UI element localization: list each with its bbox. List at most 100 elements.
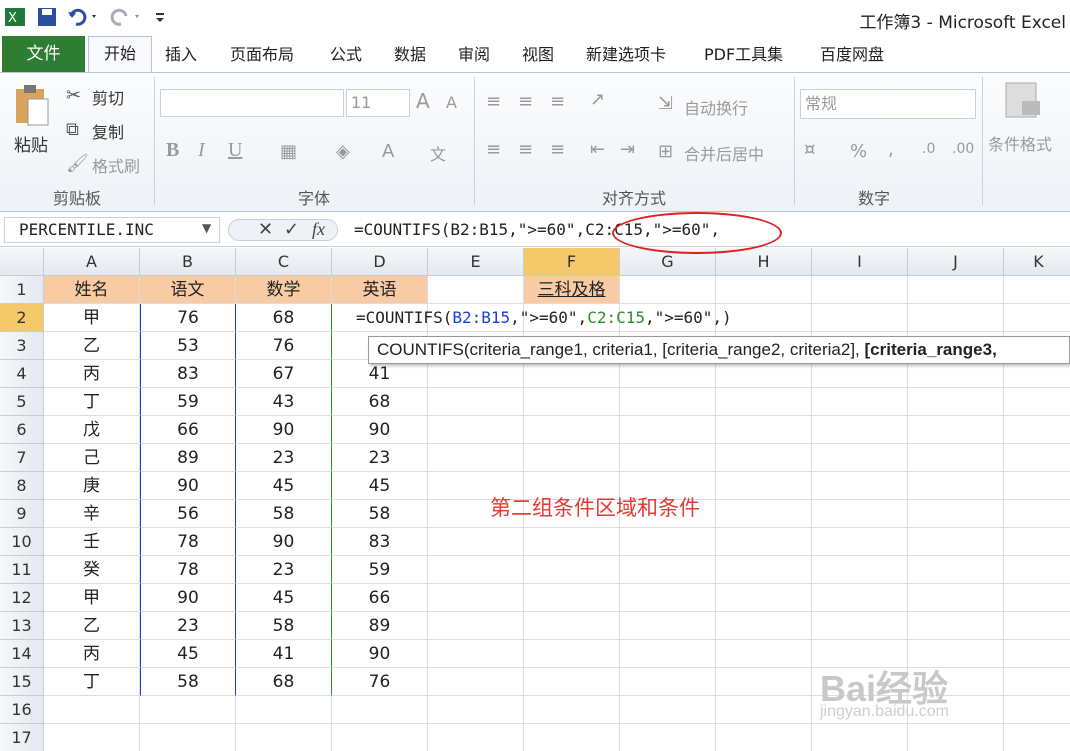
row-header-6[interactable]: 6 (0, 416, 44, 444)
cell-d14[interactable]: 90 (332, 640, 428, 668)
cell-d2[interactable]: =COUNTIFS(B2:B15,">=60",C2:C15,">=60",) (332, 304, 732, 332)
tab-file[interactable]: 文件 (2, 36, 85, 72)
percent-button[interactable]: % (850, 141, 867, 162)
cell-b12[interactable]: 90 (140, 584, 236, 612)
cell-b3[interactable]: 53 (140, 332, 236, 360)
cell-b16[interactable] (140, 696, 236, 724)
cell-c6[interactable]: 90 (236, 416, 332, 444)
cell-b13[interactable]: 23 (140, 612, 236, 640)
cancel-icon[interactable]: ✕ (258, 219, 273, 240)
cell-k15[interactable] (1004, 668, 1070, 696)
row-header-5[interactable]: 5 (0, 388, 44, 416)
cell-a13[interactable]: 乙 (44, 612, 140, 640)
cell-b14[interactable]: 45 (140, 640, 236, 668)
cell-b6[interactable]: 66 (140, 416, 236, 444)
cell-h4[interactable] (716, 360, 812, 388)
cell-f14[interactable] (524, 640, 620, 668)
cell-h10[interactable] (716, 528, 812, 556)
cell-k2[interactable] (1004, 304, 1070, 332)
column-header-f[interactable]: F (524, 248, 620, 276)
cell-f11[interactable] (524, 556, 620, 584)
cell-k9[interactable] (1004, 500, 1070, 528)
tab-review[interactable]: 审阅 (454, 40, 494, 70)
cell-c11[interactable]: 23 (236, 556, 332, 584)
cell-h9[interactable] (716, 500, 812, 528)
name-box[interactable]: PERCENTILE.INC (4, 217, 220, 243)
cell-d17[interactable] (332, 724, 428, 751)
cell-i10[interactable] (812, 528, 908, 556)
cell-g12[interactable] (620, 584, 716, 612)
column-header-i[interactable]: I (812, 248, 908, 276)
fill-color-icon[interactable]: ◈ (336, 141, 350, 162)
cell-k4[interactable] (1004, 360, 1070, 388)
cell-f4[interactable] (524, 360, 620, 388)
cell-j12[interactable] (908, 584, 1004, 612)
row-header-2[interactable]: 2 (0, 304, 44, 332)
cell-d10[interactable]: 83 (332, 528, 428, 556)
enter-icon[interactable]: ✓ (284, 219, 299, 240)
cell-i12[interactable] (812, 584, 908, 612)
cell-e17[interactable] (428, 724, 524, 751)
cell-d5[interactable]: 68 (332, 388, 428, 416)
cell-j5[interactable] (908, 388, 1004, 416)
shrink-font-button[interactable]: A (446, 93, 457, 112)
row-header-9[interactable]: 9 (0, 500, 44, 528)
cell-a15[interactable]: 丁 (44, 668, 140, 696)
cell-k16[interactable] (1004, 696, 1070, 724)
cell-b5[interactable]: 59 (140, 388, 236, 416)
cut-button[interactable]: 剪切 (92, 85, 124, 109)
cell-i13[interactable] (812, 612, 908, 640)
cell-k17[interactable] (1004, 724, 1070, 751)
cell-k14[interactable] (1004, 640, 1070, 668)
cell-i4[interactable] (812, 360, 908, 388)
row-header-1[interactable]: 1 (0, 276, 44, 304)
insert-function-icon[interactable]: fx (312, 219, 325, 240)
cell-f17[interactable] (524, 724, 620, 751)
row-header-12[interactable]: 12 (0, 584, 44, 612)
underline-button[interactable]: U (228, 139, 242, 162)
column-header-k[interactable]: K (1004, 248, 1070, 276)
tab-view[interactable]: 视图 (518, 40, 558, 70)
cell-k13[interactable] (1004, 612, 1070, 640)
font-color-icon[interactable]: A (382, 141, 394, 162)
cell-g11[interactable] (620, 556, 716, 584)
redo-icon[interactable] (108, 6, 144, 28)
cell-k8[interactable] (1004, 472, 1070, 500)
cell-a3[interactable]: 乙 (44, 332, 140, 360)
cell-g13[interactable] (620, 612, 716, 640)
save-icon[interactable] (34, 6, 60, 28)
cell-d1[interactable]: 英语 (332, 276, 428, 304)
cell-g5[interactable] (620, 388, 716, 416)
cell-d13[interactable]: 89 (332, 612, 428, 640)
cell-h5[interactable] (716, 388, 812, 416)
tab-page-layout[interactable]: 页面布局 (226, 40, 298, 70)
cell-c17[interactable] (236, 724, 332, 751)
tab-data[interactable]: 数据 (390, 40, 430, 70)
cell-k1[interactable] (1004, 276, 1070, 304)
row-header-16[interactable]: 16 (0, 696, 44, 724)
cell-h17[interactable] (716, 724, 812, 751)
cell-h15[interactable] (716, 668, 812, 696)
cell-e16[interactable] (428, 696, 524, 724)
cell-e6[interactable] (428, 416, 524, 444)
merge-center-button[interactable]: 合并后居中 (684, 141, 764, 165)
cell-i2[interactable] (812, 304, 908, 332)
row-header-7[interactable]: 7 (0, 444, 44, 472)
bold-button[interactable]: B (166, 139, 179, 162)
cell-j7[interactable] (908, 444, 1004, 472)
cell-c5[interactable]: 43 (236, 388, 332, 416)
cell-e13[interactable] (428, 612, 524, 640)
cell-a6[interactable]: 戊 (44, 416, 140, 444)
font-size-select[interactable]: 11 (346, 89, 410, 117)
cell-d8[interactable]: 45 (332, 472, 428, 500)
align-bottom-icon[interactable]: ≡ (550, 91, 565, 112)
copy-button[interactable]: 复制 (92, 119, 124, 143)
cell-b8[interactable]: 90 (140, 472, 236, 500)
cell-c16[interactable] (236, 696, 332, 724)
cell-j1[interactable] (908, 276, 1004, 304)
cell-a2[interactable]: 甲 (44, 304, 140, 332)
name-box-dropdown-icon[interactable]: ▼ (202, 221, 211, 235)
cell-e5[interactable] (428, 388, 524, 416)
cell-c15[interactable]: 68 (236, 668, 332, 696)
paste-button[interactable]: 粘贴 (14, 131, 48, 156)
